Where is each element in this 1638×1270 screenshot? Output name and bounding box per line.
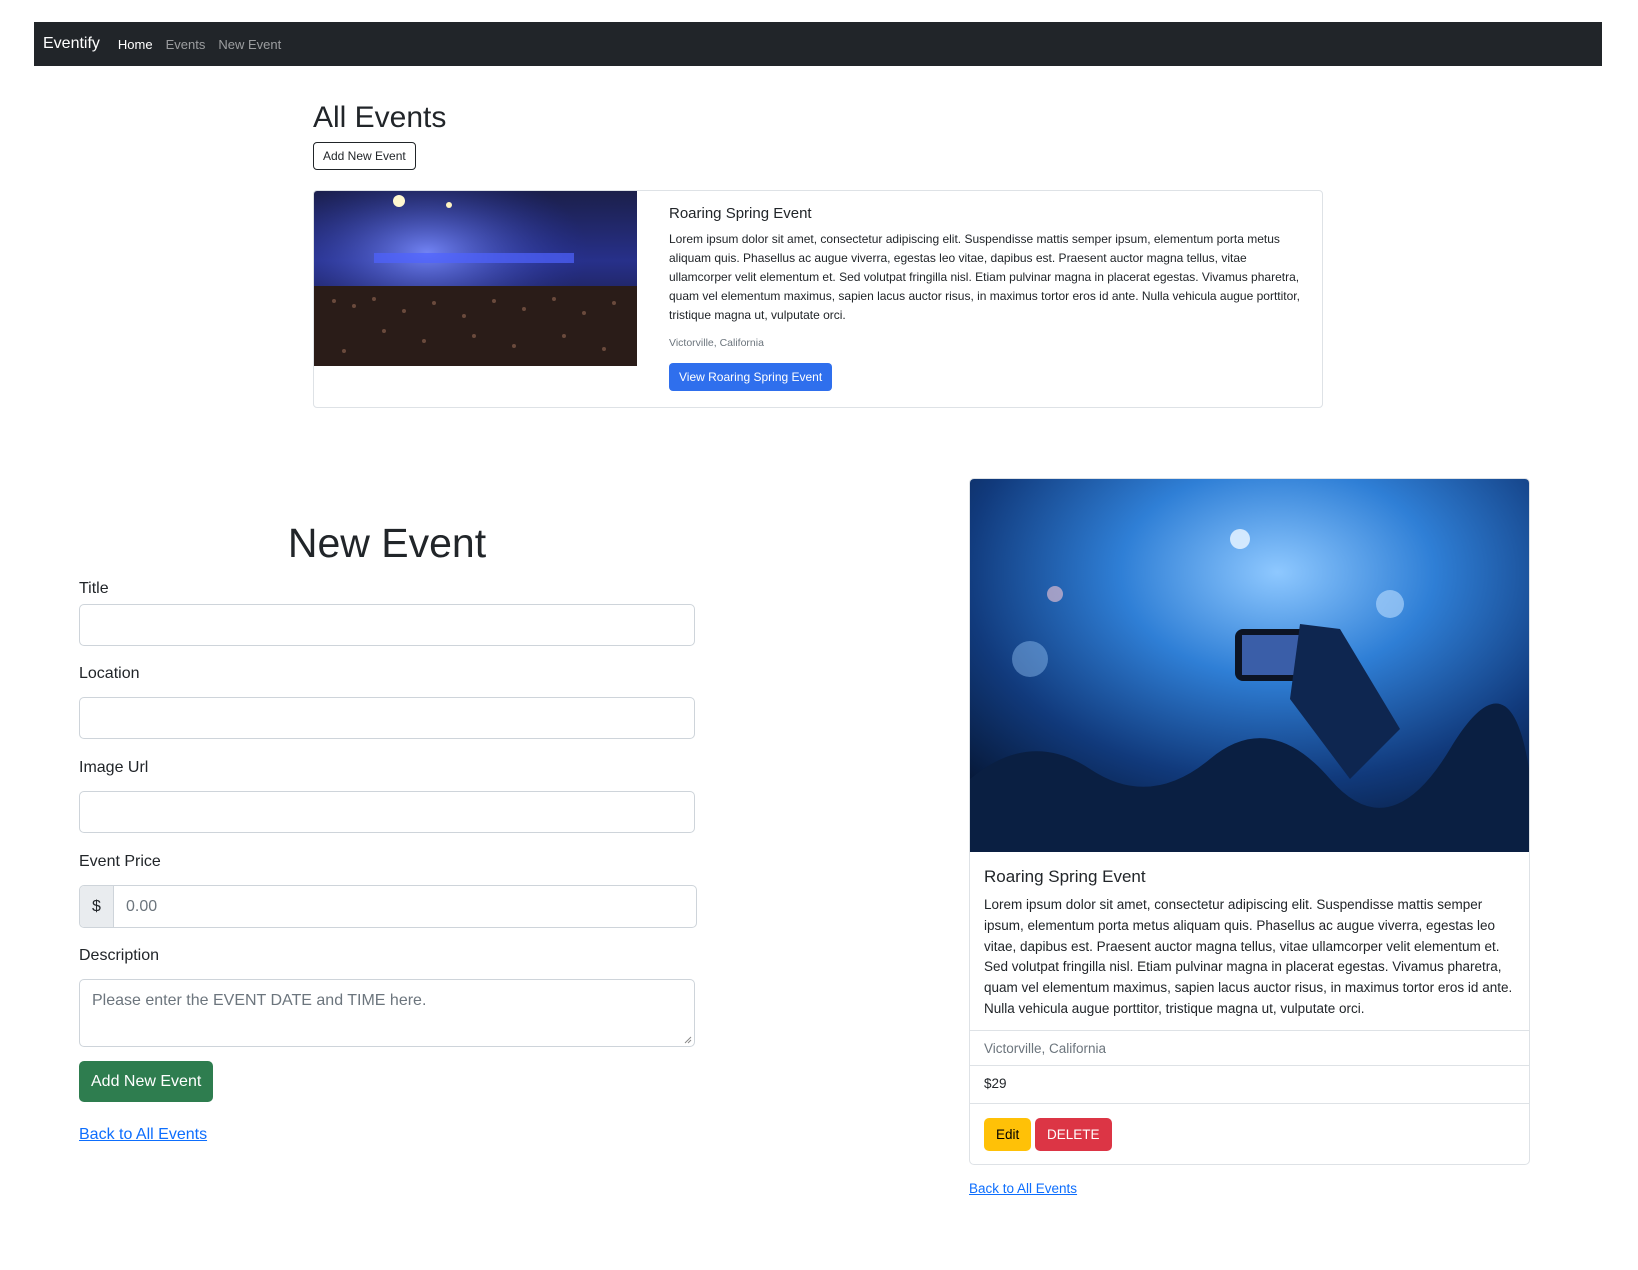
event-detail-body: Roaring Spring Event Lorem ipsum dolor s… xyxy=(984,867,1519,1020)
nav-link-home[interactable]: Home xyxy=(118,37,153,52)
detail-back-to-all-events-link[interactable]: Back to All Events xyxy=(969,1181,1077,1196)
resize-grip-icon[interactable] xyxy=(684,1036,692,1044)
event-detail-location: Victorville, California xyxy=(970,1030,1529,1065)
event-thumbnail-image xyxy=(314,191,637,366)
event-detail-image xyxy=(970,479,1529,852)
description-placeholder: Please enter the EVENT DATE and TIME her… xyxy=(92,992,427,1009)
event-detail-card: Roaring Spring Event Lorem ipsum dolor s… xyxy=(969,478,1530,1165)
title-label: Title xyxy=(79,580,109,597)
event-price-group: $ 0.00 xyxy=(79,885,697,928)
event-price-label: Event Price xyxy=(79,853,161,870)
view-event-button[interactable]: View Roaring Spring Event xyxy=(669,363,833,391)
image-url-input[interactable] xyxy=(79,791,695,833)
event-title: Roaring Spring Event xyxy=(669,205,812,222)
event-detail-description: Lorem ipsum dolor sit amet, consectetur … xyxy=(984,897,1513,1016)
event-detail-actions: Edit DELETE xyxy=(970,1103,1529,1164)
add-new-event-button[interactable]: Add New Event xyxy=(313,142,416,170)
form-title: New Event xyxy=(287,520,487,566)
event-location: Victorville, California xyxy=(669,337,764,349)
all-events-section: All Events Add New Event Roaring Spring … xyxy=(313,100,1323,408)
event-card: Roaring Spring Event Lorem ipsum dolor s… xyxy=(313,190,1323,408)
brand-logo[interactable]: Eventify xyxy=(43,35,100,53)
nav-link-new-event[interactable]: New Event xyxy=(218,37,281,52)
event-card-body: Roaring Spring Event Lorem ipsum dolor s… xyxy=(669,205,1304,391)
add-new-event-submit-button[interactable]: Add New Event xyxy=(79,1061,214,1102)
description-label: Description xyxy=(79,947,160,964)
description-textarea[interactable]: Please enter the EVENT DATE and TIME her… xyxy=(79,979,695,1047)
title-input[interactable] xyxy=(79,604,695,646)
location-label: Location xyxy=(79,665,140,682)
delete-button[interactable]: DELETE xyxy=(1035,1118,1112,1151)
nav-link-events[interactable]: Events xyxy=(166,37,206,52)
navbar: Eventify Home Events New Event xyxy=(34,22,1602,66)
location-input[interactable] xyxy=(79,697,695,739)
event-description: Lorem ipsum dolor sit amet, consectetur … xyxy=(669,232,1300,322)
event-detail-price: $29 xyxy=(970,1065,1529,1100)
image-url-label: Image Url xyxy=(79,759,149,776)
back-to-all-events-link[interactable]: Back to All Events xyxy=(79,1126,207,1144)
currency-prefix: $ xyxy=(80,886,114,927)
page-title: All Events xyxy=(313,101,447,134)
event-price-input[interactable]: 0.00 xyxy=(114,886,696,927)
edit-button[interactable]: Edit xyxy=(984,1118,1032,1151)
event-detail-title: Roaring Spring Event xyxy=(984,867,1146,886)
